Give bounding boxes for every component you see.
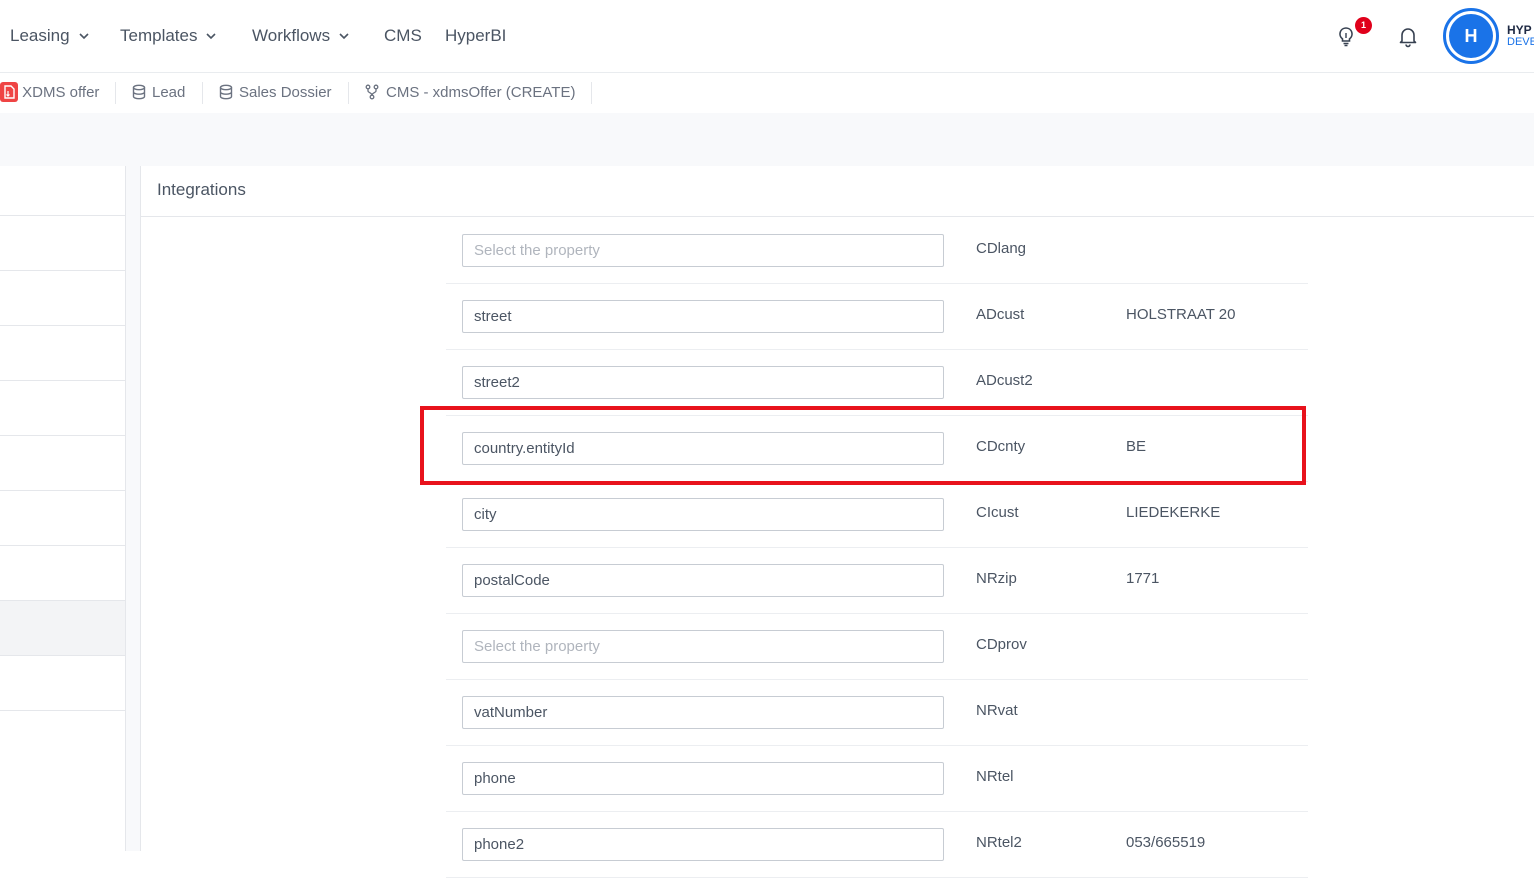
field-code: NRvat [976, 702, 1018, 719]
notification-badge: 1 [1355, 17, 1372, 34]
chevron-down-icon [78, 32, 89, 39]
tab-divider [115, 82, 116, 104]
property-select[interactable] [462, 234, 944, 267]
tab-cms-xdmsoffer-create[interactable]: CMS - xdmsOffer (CREATE) [365, 83, 575, 103]
nav-templates[interactable]: Templates [120, 24, 219, 48]
tab-sales-dossier-label: Sales Dossier [239, 84, 332, 101]
panel-title: Integrations [157, 180, 246, 199]
property-select[interactable] [462, 762, 944, 795]
mapping-row: ADcust HOLSTRAAT 20 [446, 283, 1308, 350]
nav-cms-label: CMS [384, 26, 422, 45]
tab-lead-label: Lead [152, 84, 186, 101]
mapping-row: NRtel2 053/665519 [446, 811, 1308, 878]
nav-leasing[interactable]: Leasing [10, 24, 92, 48]
tab-divider [348, 82, 349, 104]
user-avatar-button[interactable]: H [1443, 8, 1499, 64]
mapping-row: CDlang [446, 217, 1308, 284]
field-code: ADcust2 [976, 372, 1033, 389]
field-code: CIcust [976, 504, 1019, 521]
field-value: HOLSTRAAT 20 [1126, 306, 1236, 323]
sidebar-header [0, 166, 125, 216]
tab-xdms-offer-label: XDMS offer [22, 84, 100, 101]
field-value: 053/665519 [1126, 834, 1206, 851]
chevron-down-icon [339, 32, 349, 39]
tab-lead[interactable]: Lead [132, 83, 185, 103]
tab-sales-dossier[interactable]: Sales Dossier [219, 83, 332, 103]
mapping-row: CDprov [446, 613, 1308, 680]
field-code: NRtel [976, 768, 1014, 785]
database-icon [219, 84, 233, 99]
field-code: NRzip [976, 570, 1017, 587]
property-select[interactable] [462, 630, 944, 663]
field-value: BE [1126, 438, 1147, 455]
document-icon [0, 81, 18, 102]
chevron-down-icon [206, 32, 217, 39]
tab-divider [202, 82, 203, 104]
field-code: CDcnty [976, 438, 1026, 455]
integrations-panel: Integrations CDlang ADcust HOLSTRAAT 20 … [140, 166, 1534, 878]
mapping-row: NRzip 1771 [446, 547, 1308, 614]
sidebar-item[interactable] [0, 326, 125, 381]
tab-cms-label: CMS - xdmsOffer (CREATE) [386, 84, 576, 101]
sidebar-item-active[interactable] [0, 601, 125, 656]
field-value: LIEDEKERKE [1126, 504, 1221, 521]
field-code: ADcust [976, 306, 1025, 323]
field-code: CDlang [976, 240, 1027, 257]
user-role: DEVE [1507, 36, 1534, 48]
bell-icon[interactable] [1396, 24, 1420, 48]
field-code: NRtel2 [976, 834, 1022, 851]
nav-workflows[interactable]: Workflows [252, 24, 352, 48]
panel-gutter [126, 166, 140, 851]
property-select[interactable] [462, 432, 944, 465]
mapping-row-highlighted: CDcnty BE [446, 415, 1308, 482]
sidebar-item[interactable] [0, 216, 125, 271]
fork-icon [365, 84, 379, 99]
nav-templates-label: Templates [120, 26, 198, 45]
tab-xdms-offer[interactable]: XDMS offer [0, 81, 100, 103]
property-select[interactable] [462, 564, 944, 597]
top-navigation: Leasing Templates Workflows CMS HyperBI … [0, 0, 1534, 73]
nav-cms[interactable]: CMS [384, 24, 422, 48]
mapping-row: ADcust2 [446, 349, 1308, 416]
nav-leasing-label: Leasing [10, 26, 70, 45]
sidebar-item[interactable] [0, 656, 125, 711]
property-select[interactable] [462, 366, 944, 399]
tab-divider [591, 82, 592, 104]
property-select[interactable] [462, 300, 944, 333]
toolbar-band [0, 113, 1534, 166]
property-select[interactable] [462, 828, 944, 861]
mapping-row: CIcust LIEDEKERKE [446, 481, 1308, 548]
sidebar-item[interactable] [0, 436, 125, 491]
sidebar-item[interactable] [0, 546, 125, 601]
field-value: 1771 [1126, 570, 1160, 587]
nav-hyperbi[interactable]: HyperBI [445, 24, 506, 48]
sidebar-item[interactable] [0, 491, 125, 546]
tab-bar: XDMS offer Lead Sales Dossier CMS - xdms… [0, 73, 1534, 113]
property-select[interactable] [462, 498, 944, 531]
field-code: CDprov [976, 636, 1027, 653]
database-icon [132, 84, 146, 99]
nav-workflows-label: Workflows [252, 26, 331, 45]
mapping-row: NRtel [446, 745, 1308, 812]
sidebar-item[interactable] [0, 271, 125, 326]
user-name: HYP [1507, 23, 1532, 37]
mapping-row: NRvat [446, 679, 1308, 746]
property-select[interactable] [462, 696, 944, 729]
left-sidebar [0, 166, 126, 851]
sidebar-item[interactable] [0, 381, 125, 436]
avatar: H [1449, 14, 1493, 58]
nav-hyperbi-label: HyperBI [445, 26, 507, 45]
